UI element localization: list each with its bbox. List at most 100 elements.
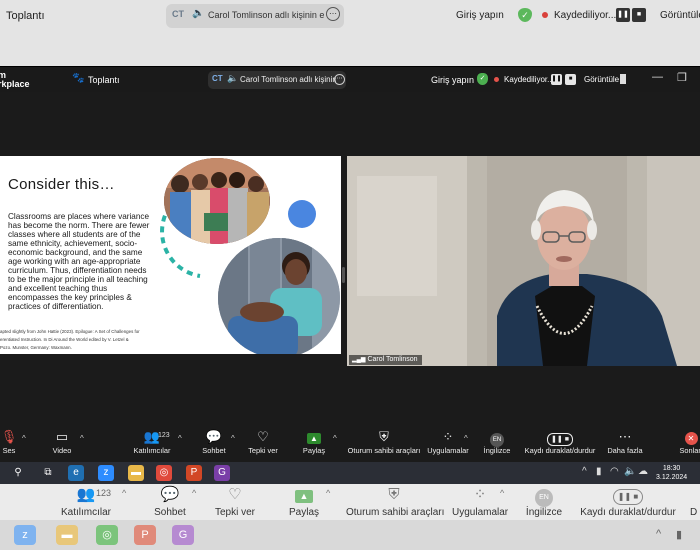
share-pill[interactable]: CT 🔈 Carol Tomlinson adlı kişinin e ⋯ [208,71,346,89]
app-name: m rkplace [0,70,30,89]
more-icon: ⋯ [618,429,632,444]
zoom-app-icon[interactable]: z [98,465,114,481]
video-button[interactable]: ▭ Video [48,428,76,455]
pause-icon[interactable]: ❚❚ [616,8,630,22]
chevron-up-icon[interactable]: ^ [582,466,587,477]
outer-sign-in-link[interactable]: Giriş yapın [456,10,504,21]
chevron-up-icon[interactable]: ^ [231,434,235,443]
pause-stop-recording-button[interactable]: ❚❚ ■ Kaydı duraklat/durdur [524,428,596,455]
chevron-up-icon[interactable]: ^ [178,434,182,443]
share-screen-icon: ▲ [288,486,320,504]
mute-button[interactable]: 🎙 Ses [0,428,18,455]
outer-react-button[interactable]: ♡ Tepki ver [212,486,258,518]
host-tools-button[interactable]: ⛨ Oturum sahibi araçları [346,428,422,455]
chevron-up-icon[interactable]: ^ [22,434,26,443]
chevron-up-icon[interactable]: ^ [464,434,468,443]
outer-view-button[interactable]: Görüntüle [660,10,700,21]
more-icon[interactable]: ⋯ [334,74,345,85]
file-explorer-icon[interactable]: ▬ [56,525,78,545]
pause-recording-icon[interactable]: ❚❚ [551,74,562,85]
language-icon: EN [524,486,564,507]
search-icon[interactable]: ⚲ [10,465,26,481]
shield-check-icon[interactable]: ✓ [477,73,488,85]
shield-icon: ⛨ [379,429,389,444]
recording-dot-icon [542,12,548,18]
powerpoint-icon[interactable]: P [186,465,202,481]
stop-recording-icon[interactable]: ■ [565,74,576,85]
file-explorer-icon[interactable]: ▬ [128,465,144,481]
chevron-up-icon[interactable]: ^ [333,434,337,443]
app-icon[interactable]: G [172,525,194,545]
video-camera-icon: ▭ [55,429,69,444]
outer-share-pill[interactable]: CT 🔈 Carol Tomlinson adlı kişinin e ⋯ [166,4,344,28]
students-group-photo [164,158,270,244]
meeting-toolbar: 🎙 Ses ^ ▭ Video ^ 👥 Katılımcılar 123 ^ 💬… [0,426,700,462]
task-view-icon[interactable]: ⧉ [40,465,56,481]
system-clock[interactable]: 18:30 3.12.2024 [656,464,687,482]
app-icon[interactable]: G [214,465,230,481]
battery-icon: ▮ [676,529,683,541]
outer-share-button[interactable]: ▲ Paylaş [288,486,320,518]
chevron-up-icon[interactable]: ^ [122,488,126,498]
slide-body: Classrooms are places where variance has… [8,212,150,311]
recording-dot-icon [494,77,499,82]
more-icon[interactable]: ⋯ [326,7,340,21]
pause-stop-icon: ❚❚ ■ [580,486,676,505]
chevron-up-icon[interactable]: ^ [656,528,661,540]
microphone-muted-icon: 🎙 [0,429,18,444]
chrome-icon[interactable]: ◎ [156,465,172,481]
end-button[interactable]: ✕ Sonlan [678,428,700,455]
outer-title-bar: Toplantı CT 🔈 Carol Tomlinson adlı kişin… [0,0,700,66]
sitting-student-photo [218,238,340,354]
chevron-up-icon[interactable]: ^ [500,488,504,498]
restore-icon[interactable]: ❐ [677,71,687,84]
volume-icon[interactable]: 🔈 [624,466,636,477]
share-screen-button[interactable]: ▲ Paylaş [300,428,328,455]
edge-icon[interactable]: e [68,465,84,481]
outer-window-title: Toplantı [6,10,45,22]
language-button[interactable]: EN İngilizce [482,428,512,455]
more-button[interactable]: ⋯ Daha fazla [606,428,644,455]
slide-citation: apted slightly from John Hattie (2023). … [0,329,140,350]
slide-title: Consider this… [8,176,115,193]
sign-in-link[interactable]: Giriş yapın [431,75,474,85]
powerpoint-icon[interactable]: P [134,525,156,545]
outer-cut-label: D [690,507,698,518]
meeting-label: Toplantı [88,75,120,85]
pause-stop-icon: ❚❚ ■ [524,428,596,446]
meeting-stage: Consider this… Classrooms are places whe… [0,92,700,426]
windows-taskbar: ⚲ ⧉ e z ▬ ◎ P G ^ ▮ ◠ 🔈 ☁ 18:30 3.12.202… [0,462,700,484]
minimize-icon[interactable]: — [652,71,663,83]
stop-icon[interactable]: ■ [632,8,646,22]
chevron-up-icon[interactable]: ^ [326,488,330,498]
chat-icon: 💬 [205,429,223,444]
chevron-up-icon[interactable]: ^ [80,434,84,443]
chat-button[interactable]: 💬 Sohbet [198,428,230,455]
speaker-video[interactable]: ▂▄▆ Carol Tomlinson [347,156,700,366]
chrome-icon[interactable]: ◎ [96,525,118,545]
wifi-icon[interactable]: ◠ [610,466,619,477]
outer-host-tools-button[interactable]: ⛨ Oturum sahibi araçları [346,486,444,518]
outer-share-text: Carol Tomlinson adlı kişinin e [208,10,325,20]
outer-initials: CT [172,9,184,19]
outer-pause-stop-button[interactable]: ❚❚ ■ Kaydı duraklat/durdur [580,486,676,518]
share-screen-icon: ▲ [300,428,328,446]
speaker-video-frame [347,156,700,366]
outer-participants-count: 123 [96,488,112,498]
outer-chat-button[interactable]: 💬 Sohbet [150,486,190,518]
view-button[interactable]: Görüntüle [584,75,619,84]
battery-icon: ▮ [596,466,602,477]
shared-slide: Consider this… Classrooms are places whe… [0,156,341,354]
split-view-handle[interactable] [342,267,345,283]
outer-language-button[interactable]: EN İngilizce [524,486,564,518]
speaker-icon: 🔈 [227,73,239,83]
view-icon[interactable] [620,74,626,84]
initials: CT [212,74,223,83]
zoom-app-icon[interactable]: z [14,525,36,545]
onedrive-icon: ☁ [638,466,648,477]
shield-check-icon: ✓ [518,8,532,22]
chevron-up-icon[interactable]: ^ [192,488,196,498]
react-button[interactable]: ♡ Tepki ver [246,428,280,455]
signal-bars-icon: ▂▄▆ [352,357,366,363]
participants-count: 123 [158,432,170,439]
